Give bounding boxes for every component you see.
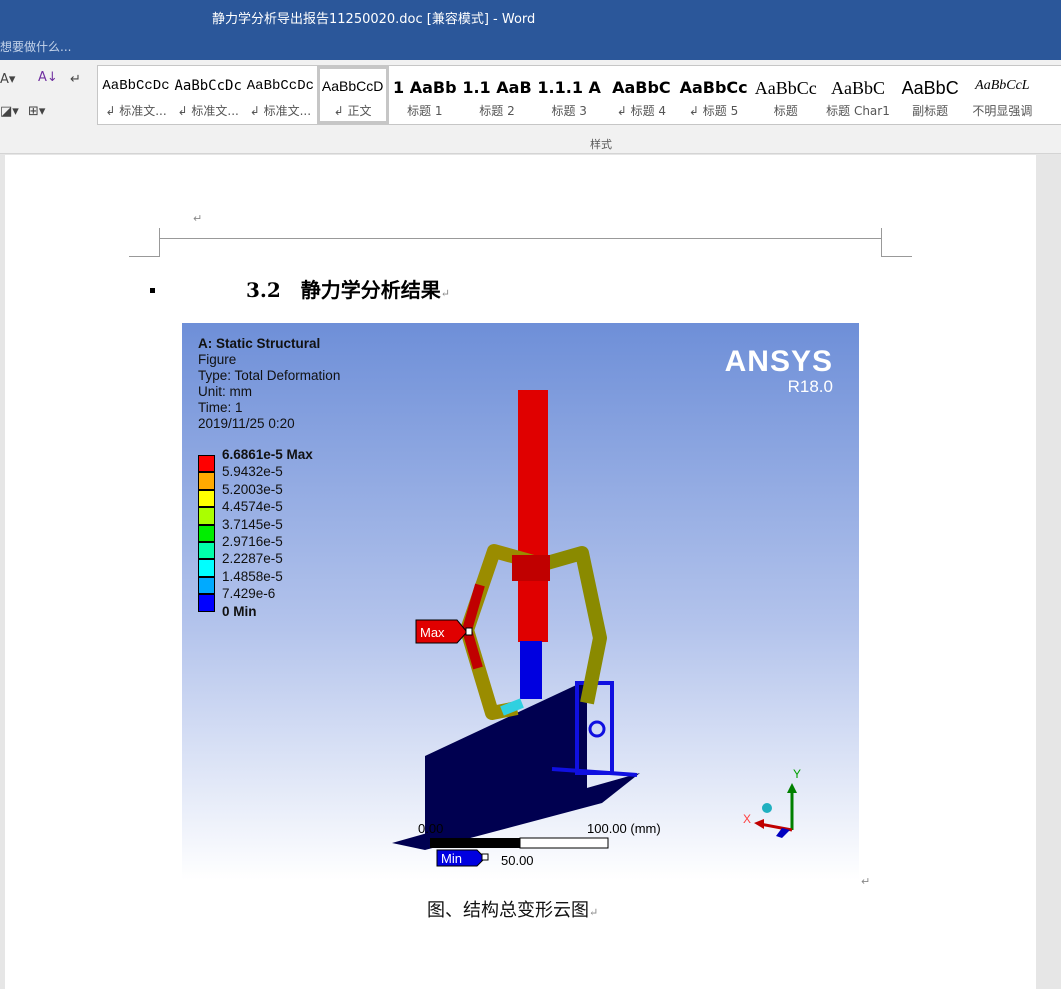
style-9[interactable]: AaBbCc 标题 bbox=[750, 66, 822, 124]
shading-icon[interactable]: ◪▾ bbox=[0, 104, 19, 119]
style-name: ↲ 正文 bbox=[333, 104, 372, 118]
style-8[interactable]: AaBbCc ↲ 标题 5 bbox=[678, 66, 750, 124]
crop-mark bbox=[881, 228, 882, 256]
styles-group-label: 样式 bbox=[590, 138, 612, 151]
style-preview: 1.1.1 A bbox=[537, 78, 601, 97]
blue-column bbox=[520, 641, 542, 699]
borders-icon[interactable]: ⊞▾ bbox=[28, 104, 45, 119]
style-preview: AaBbCcL bbox=[975, 78, 1030, 93]
style-name: 标题 2 bbox=[479, 104, 515, 118]
style-preview: AaBbCc bbox=[754, 78, 817, 98]
style-7[interactable]: AaBbC ↲ 标题 4 bbox=[605, 66, 677, 124]
style-preview: AaBbC bbox=[901, 78, 959, 98]
style-name: 副标题 bbox=[912, 104, 949, 118]
model-view: Max Min 0.00 100.00 (mm) 50.00 Y X bbox=[392, 390, 801, 868]
heading-text: 3.2 静力学分析结果 bbox=[246, 278, 441, 302]
scale-start: 0.00 bbox=[418, 821, 443, 836]
style-name: 不明显强调 bbox=[972, 104, 1033, 118]
style-5[interactable]: 1.1 AaB 标题 2 bbox=[461, 66, 533, 124]
style-10[interactable]: AaBbC 标题 Char1 bbox=[822, 66, 894, 124]
style-4[interactable]: 1 AaBb 标题 1 bbox=[389, 66, 461, 124]
style-name: ↲ 标题 5 bbox=[688, 104, 739, 118]
header-line bbox=[159, 238, 882, 239]
style-preview: 1.1 AaB bbox=[462, 78, 532, 97]
style-12[interactable]: AaBbCcL 不明显强调 bbox=[966, 66, 1038, 124]
style-13[interactable]: AaB 强 bbox=[1039, 66, 1061, 124]
style-preview: AaBbCcD bbox=[321, 78, 384, 94]
axis-triad: Y X bbox=[743, 767, 801, 838]
ribbon: A▾ A↓ ↵ ◪▾ ⊞▾ AaBbCcDc ↲ 标准文... AaBbCcDc ↲ … bbox=[0, 60, 1061, 154]
styles-gallery: AaBbCcDc ↲ 标准文... AaBbCcDc ↲ 标准文... AaBbCcDc… bbox=[97, 65, 1061, 125]
max-label: Max bbox=[420, 625, 445, 640]
style-preview: 1 AaBb bbox=[393, 78, 457, 97]
list-bullet bbox=[150, 288, 155, 293]
style-name: ↲ 标准文... bbox=[105, 104, 167, 118]
style-name: ↲ 标题 4 bbox=[616, 104, 667, 118]
style-preview: AaBbC bbox=[612, 78, 671, 97]
right-arm bbox=[545, 546, 607, 705]
style-name: 标题 1 bbox=[407, 104, 443, 118]
figure-caption: 图、结构总变形云图↵ bbox=[427, 896, 598, 922]
style-preview: AaBbC bbox=[831, 78, 885, 98]
style-0[interactable]: AaBbCcDc ↲ 标准文... bbox=[100, 66, 172, 124]
paragraph-mark: ↵ bbox=[193, 212, 203, 225]
paragraph-mark: ↵ bbox=[440, 287, 451, 300]
scale-mid: 50.00 bbox=[501, 853, 534, 868]
title-bar: 静力学分析导出报告11250020.doc [兼容模式] - Word 想要做什… bbox=[0, 0, 1061, 60]
section-heading: 3.2 静力学分析结果↵ bbox=[246, 274, 450, 303]
style-preview: AaBbCcDc bbox=[174, 78, 242, 94]
y-axis-label: Y bbox=[793, 767, 801, 781]
paragraph-mark: ↵ bbox=[861, 875, 871, 888]
min-marker: Min bbox=[436, 849, 489, 867]
style-1[interactable]: AaBbCcDc ↲ 标准文... bbox=[172, 66, 244, 124]
style-preview: AaB bbox=[1039, 78, 1061, 98]
ansys-deformation-figure[interactable]: A: Static Structural Figure Type: Total De… bbox=[182, 323, 859, 880]
style-6[interactable]: 1.1.1 A 标题 3 bbox=[533, 66, 605, 124]
text-effects-icon[interactable]: A▾ bbox=[0, 72, 15, 87]
sort-icon[interactable]: A↓ bbox=[38, 70, 58, 85]
paragraph-mark: ↵ bbox=[589, 906, 599, 919]
style-name: 强 bbox=[1039, 102, 1061, 119]
style-name: ↲ 标准文... bbox=[249, 104, 312, 118]
style-name: 标题 3 bbox=[551, 104, 587, 118]
style-name: 标题 bbox=[773, 104, 798, 118]
style-preview: AaBbCc bbox=[679, 78, 748, 97]
style-2[interactable]: AaBbCcDc ↲ 标准文... bbox=[244, 66, 316, 124]
vertical-scrollbar[interactable] bbox=[1045, 155, 1061, 989]
style-3[interactable]: AaBbCcD ↲ 正文 bbox=[316, 66, 389, 124]
hub bbox=[512, 555, 550, 581]
style-name: ↲ 标准文... bbox=[177, 104, 239, 118]
min-label: Min bbox=[441, 851, 462, 866]
red-column bbox=[518, 390, 548, 642]
crop-mark bbox=[129, 256, 160, 257]
x-axis-label: X bbox=[743, 812, 751, 826]
window-title: 静力学分析导出报告11250020.doc [兼容模式] - Word bbox=[212, 12, 536, 27]
tell-me-search[interactable]: 想要做什么... bbox=[0, 38, 71, 55]
style-name: 标题 Char1 bbox=[826, 104, 890, 118]
show-marks-icon[interactable]: ↵ bbox=[70, 72, 81, 87]
style-11[interactable]: AaBbC 副标题 bbox=[894, 66, 966, 124]
crop-mark bbox=[881, 256, 912, 257]
caption-text: 图、结构总变形云图 bbox=[427, 900, 589, 921]
style-preview: AaBbCcDc bbox=[102, 78, 170, 94]
bracket-hole bbox=[588, 720, 606, 738]
scale-end: 100.00 (mm) bbox=[587, 821, 661, 836]
crop-mark bbox=[159, 228, 160, 256]
style-preview: AaBbCcDc bbox=[246, 78, 314, 94]
